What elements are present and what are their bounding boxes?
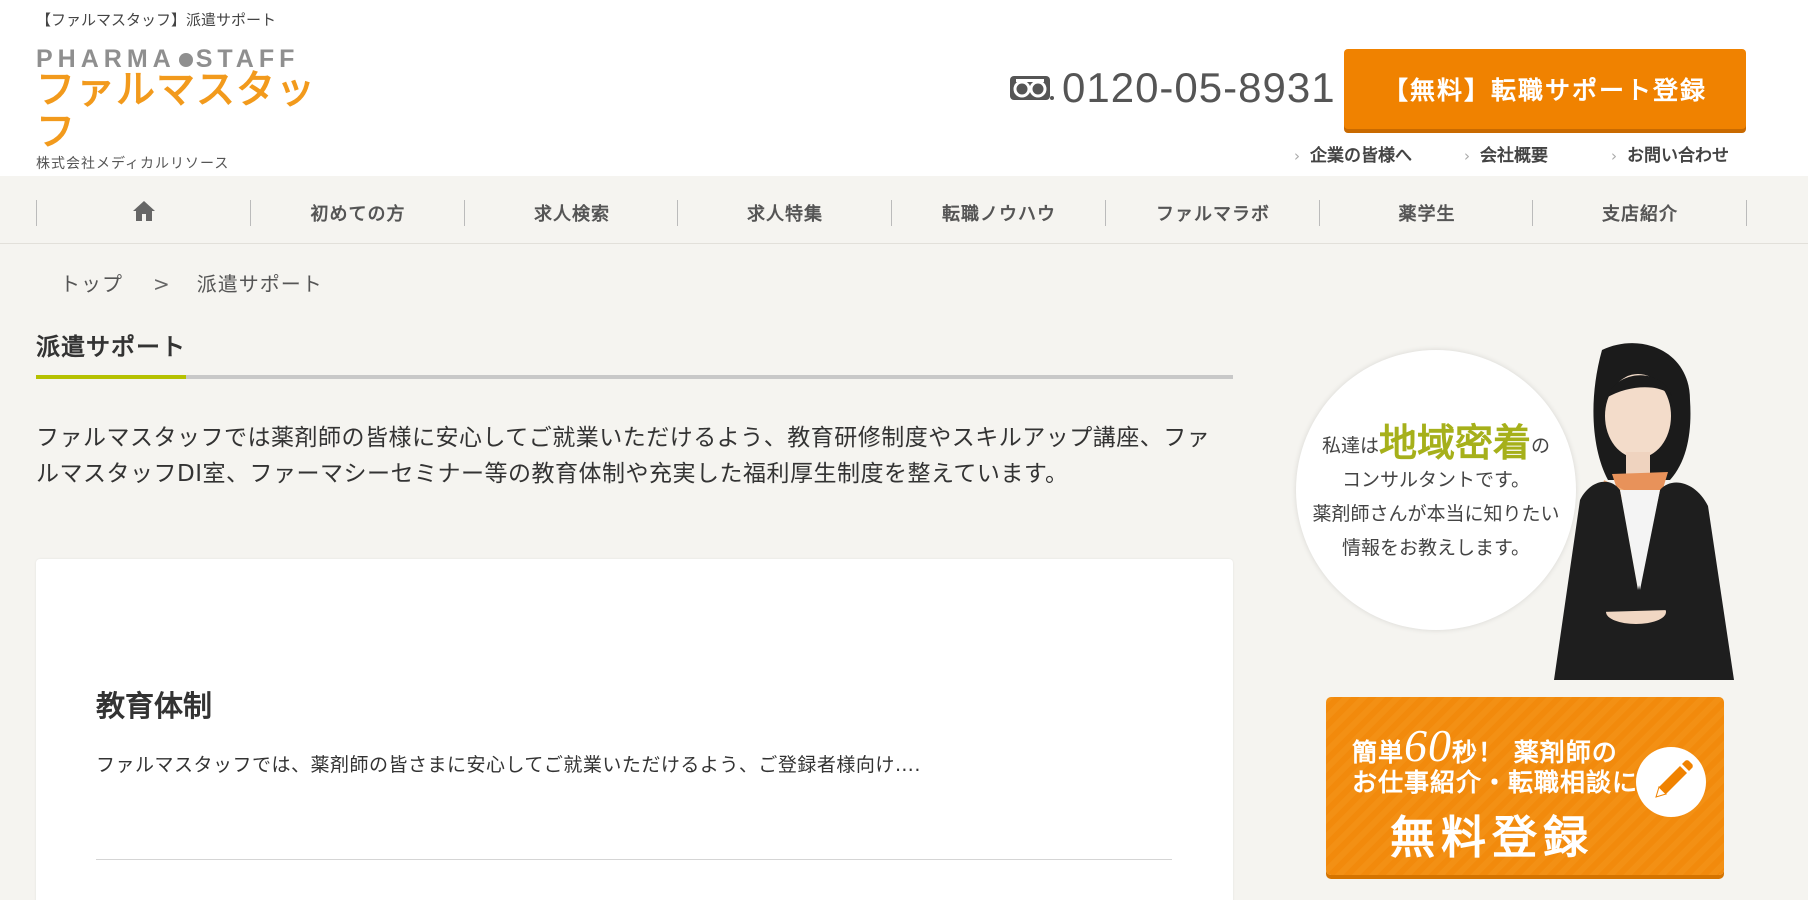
phone-number: 0120-05-8931 <box>1062 64 1336 111</box>
register-line-3: 無料登録 <box>1390 811 1595 864</box>
nav-item-beginners[interactable]: 初めての方 <box>251 200 465 225</box>
breadcrumb-current: 派遣サポート <box>196 272 323 296</box>
global-nav: 初めての方 求人検索 求人特集 転職ノウハウ ファルマラボ 薬学生 支店紹介 <box>0 176 1808 244</box>
quick-register-banner[interactable]: 簡単60秒！ 薬剤師の お仕事紹介・転職相談に 無料登録 <box>1326 697 1724 875</box>
chevron-right-icon: › <box>1464 147 1470 165</box>
card-excerpt: ファルマスタッフでは、薬剤師の皆さまに安心してご就業いただけるよう、ご登録者様向… <box>96 754 921 776</box>
free-registration-button[interactable]: 【無料】転職サポート登録 <box>1344 49 1746 129</box>
nav-item-branches[interactable]: 支店紹介 <box>1533 200 1747 225</box>
title-underline-accent <box>36 375 186 379</box>
card-divider <box>96 859 1172 860</box>
header-tagline: 【ファルマスタッフ】派遣サポート <box>36 11 277 29</box>
site-header: 【ファルマスタッフ】派遣サポート PHARMA STAFF ファルマスタッフ 株式… <box>0 0 1808 176</box>
pencil-icon <box>1655 760 1693 798</box>
nav-item-home[interactable] <box>37 200 251 222</box>
intro-line: ファルマスタッフでは薬剤師の皆様に安心してご就業いただけるよう、教育研修制度やス… <box>36 425 1211 451</box>
link-contact[interactable]: › お問い合わせ <box>1611 141 1729 166</box>
page-title: 派遣サポート <box>36 333 186 361</box>
card-title: 教育体制 <box>96 689 213 723</box>
intro-text: ファルマスタッフでは薬剤師の皆様に安心してご就業いただけるよう、教育研修制度やス… <box>36 420 1236 492</box>
breadcrumb-top-link[interactable]: トップ <box>60 272 123 296</box>
logo-dot-icon <box>178 53 193 68</box>
bubble-highlight: 地域密着 <box>1378 421 1531 465</box>
nav-item-pharmacy-students[interactable]: 薬学生 <box>1320 200 1534 225</box>
free-dial-icon <box>1010 76 1054 100</box>
breadcrumb-separator: > <box>153 272 171 296</box>
link-company-overview[interactable]: › 会社概要 <box>1464 141 1548 166</box>
consultant-banner: 私達は地域密着の コンサルタントです。 薬剤師さんが本当に知りたい 情報をお教え… <box>1290 340 1760 700</box>
nav-item-pharma-lab[interactable]: ファルマラボ <box>1106 200 1320 225</box>
pencil-icon-circle <box>1636 747 1706 817</box>
header-sub-links: › 企業の皆様へ › 会社概要 › お問い合わせ <box>0 141 1808 166</box>
chevron-right-icon: › <box>1294 147 1300 165</box>
nav-divider <box>1746 200 1747 226</box>
phone-contact[interactable]: 0120-05-8931 <box>1010 64 1336 111</box>
link-for-companies[interactable]: › 企業の皆様へ <box>1294 141 1412 166</box>
consultant-photo <box>1554 343 1734 680</box>
site-logo[interactable]: PHARMA STAFF ファルマスタッフ 株式会社メディカルリソース <box>36 46 336 172</box>
education-card[interactable]: 教育体制 ファルマスタッフでは、薬剤師の皆さまに安心してご就業いただけるよう、ご… <box>36 559 1233 900</box>
nav-item-job-search[interactable]: 求人検索 <box>465 200 679 225</box>
register-line-2: お仕事紹介・転職相談に <box>1352 768 1639 797</box>
nav-item-job-features[interactable]: 求人特集 <box>678 200 892 225</box>
title-underline <box>36 375 1233 379</box>
nav-item-career-knowhow[interactable]: 転職ノウハウ <box>892 200 1106 225</box>
breadcrumb: トップ > 派遣サポート <box>60 268 323 297</box>
chevron-right-icon: › <box>1611 147 1617 165</box>
home-icon <box>133 201 155 221</box>
intro-line: ルマスタッフDI室、ファーマシーセミナー等の教育体制や充実した福利厚生制度を整え… <box>36 461 1069 487</box>
